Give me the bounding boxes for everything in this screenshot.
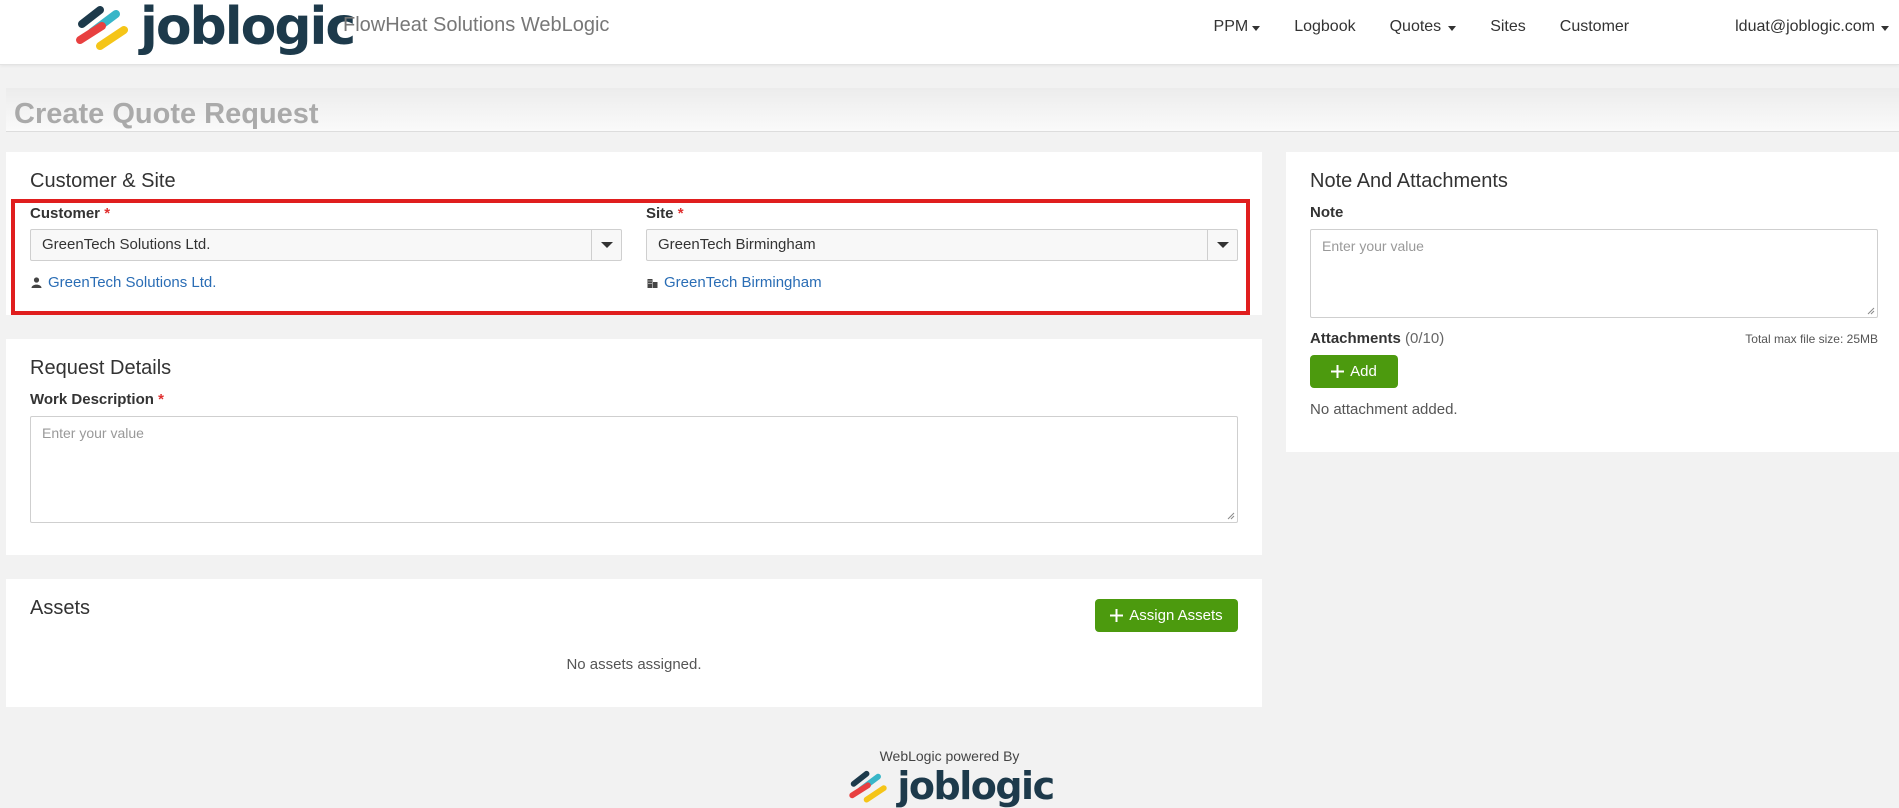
brand-logo[interactable]: joblogic — [70, 0, 356, 57]
nav-quotes-label: Quotes — [1389, 18, 1442, 35]
assets-empty-text: No assets assigned. — [566, 656, 702, 673]
footer: WebLogic powered By joblogic — [0, 748, 1899, 806]
assets-title: Assets — [30, 597, 91, 619]
footer-logo-wordmark: joblogic — [897, 764, 1055, 808]
plus-icon — [1110, 609, 1124, 622]
work-description-label-text: Work Description — [30, 391, 154, 408]
work-description-label: Work Description * — [30, 391, 164, 408]
nav-logbook[interactable]: Logbook — [1294, 18, 1355, 36]
company-name: FlowHeat Solutions WebLogic — [343, 14, 610, 36]
resize-grip-icon[interactable] — [1227, 512, 1235, 520]
add-attachment-label: Add — [1350, 363, 1377, 380]
attachments-label: Attachments (0/10) — [1310, 330, 1444, 347]
top-navbar: joblogic FlowHeat Solutions WebLogic PPM… — [0, 0, 1899, 65]
add-attachment-button[interactable]: Add — [1310, 355, 1398, 388]
attachments-label-text: Attachments — [1310, 330, 1401, 347]
nav-quotes[interactable]: Quotes — [1390, 18, 1457, 36]
assign-assets-button[interactable]: Assign Assets — [1095, 599, 1238, 632]
nav-ppm-label: PPM — [1213, 18, 1249, 35]
attachments-count: (0/10) — [1405, 330, 1445, 347]
required-mark: * — [158, 391, 164, 408]
notes-panel: Note And Attachments Note Enter your val… — [1286, 152, 1899, 452]
work-description-textarea[interactable]: Enter your value — [30, 416, 1238, 523]
user-email: lduat@joblogic.com — [1735, 18, 1875, 35]
nav-sites-label: Sites — [1490, 18, 1526, 35]
joblogic-logo-icon — [849, 770, 888, 803]
powered-by-text: WebLogic powered By — [879, 748, 1020, 764]
nav-blank — [1663, 16, 1734, 38]
page-title: Create Quote Request — [14, 98, 319, 130]
nav-logbook-label: Logbook — [1294, 18, 1356, 35]
assign-assets-label: Assign Assets — [1129, 607, 1223, 624]
joblogic-logo-icon — [76, 6, 128, 50]
nav-ppm[interactable]: PPM — [1214, 18, 1261, 36]
work-description-placeholder: Enter your value — [42, 425, 144, 441]
nav-sites[interactable]: Sites — [1490, 18, 1526, 36]
logo-wordmark: joblogic — [140, 0, 356, 57]
resize-grip-icon[interactable] — [1867, 307, 1875, 315]
caret-down-icon — [1448, 25, 1457, 31]
note-label: Note — [1310, 204, 1344, 221]
max-file-size: Total max file size: 25MB — [1745, 332, 1878, 346]
user-menu[interactable]: lduat@joblogic.com — [1735, 18, 1889, 36]
highlight-box — [11, 199, 1250, 315]
nav-customer-label: Customer — [1559, 18, 1630, 35]
note-placeholder: Enter your value — [1322, 238, 1424, 254]
main-nav: PPM Logbook Quotes Sites Customer lduat@… — [1180, 16, 1889, 38]
plus-icon — [1331, 365, 1345, 378]
request-details-panel: Request Details Work Description * Enter… — [6, 339, 1262, 555]
notes-title: Note And Attachments — [1310, 170, 1508, 192]
attachments-empty-text: No attachment added. — [1310, 401, 1458, 418]
assets-panel: Assets Assign Assets No assets assigned. — [6, 579, 1262, 707]
caret-down-icon — [1252, 25, 1261, 31]
request-details-title: Request Details — [30, 357, 172, 379]
customer-site-title: Customer & Site — [30, 170, 176, 192]
footer-logo: joblogic — [0, 766, 1899, 806]
note-textarea[interactable]: Enter your value — [1310, 229, 1878, 318]
page-title-bar: Create Quote Request — [6, 88, 1899, 132]
nav-customer[interactable]: Customer — [1560, 18, 1629, 36]
caret-down-icon — [1881, 25, 1889, 31]
